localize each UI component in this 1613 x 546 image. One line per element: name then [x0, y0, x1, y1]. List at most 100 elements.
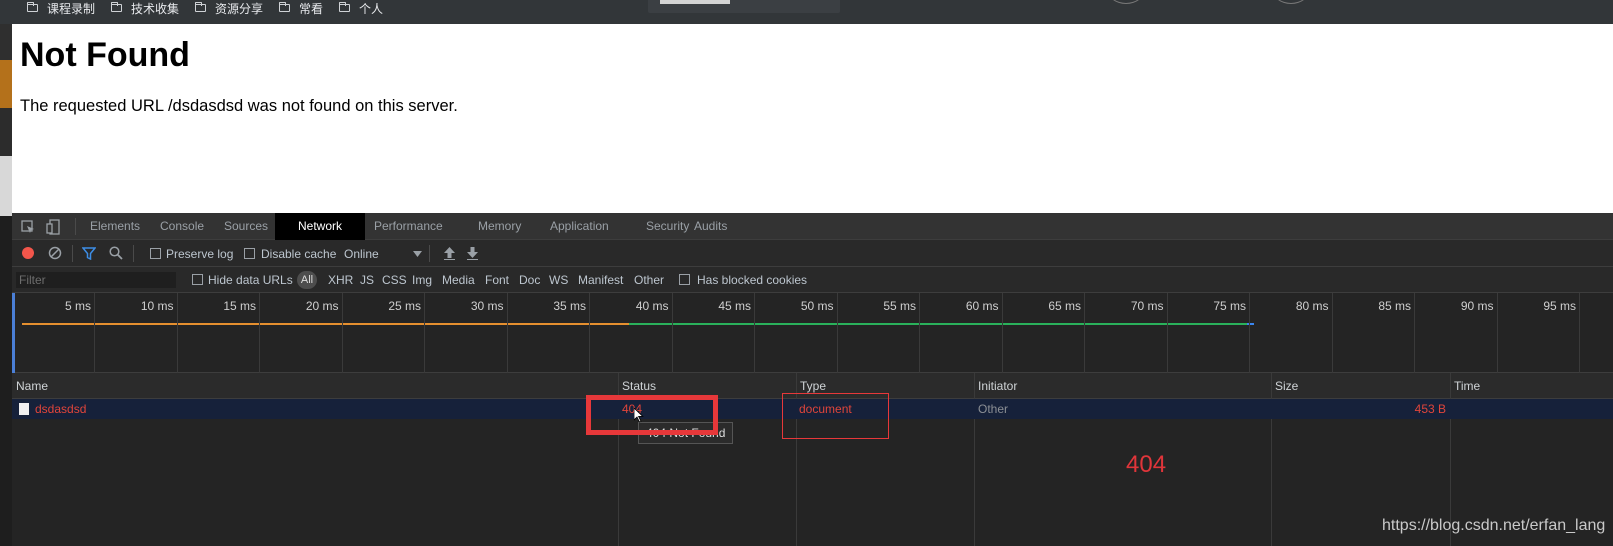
hide-data-urls-label: Hide data URLs [208, 273, 293, 287]
disable-cache-checkbox[interactable] [244, 248, 255, 259]
timeline-gridline [1414, 293, 1415, 373]
filter-icon[interactable] [82, 247, 96, 260]
devtools-panel: Elements Console Sources Network Perform… [12, 213, 1613, 546]
timeline-gridline [1579, 293, 1580, 373]
circle-icon [1107, 0, 1145, 4]
folder-icon [279, 2, 290, 12]
timeline-tick-label: 40 ms [635, 299, 669, 313]
timeline-gridline [506, 293, 508, 373]
timeline-tick-label: 65 ms [1048, 299, 1081, 313]
timeline-gridline [671, 293, 673, 373]
left-edge [0, 108, 12, 156]
timeline-tick-label: 10 ms [140, 299, 174, 313]
bookmark-frequent[interactable]: 常看 [279, 0, 323, 16]
timeline-gridline [589, 293, 590, 373]
record-icon[interactable] [21, 246, 35, 260]
column-name[interactable]: Name [12, 373, 48, 399]
timeline-gridline [919, 293, 920, 373]
bookmark-resource-share[interactable]: 资源分享 [195, 0, 263, 16]
toolbar-divider [429, 245, 430, 262]
filter-input[interactable]: Filter [16, 272, 176, 288]
timeline-tick-label: 60 ms [965, 299, 999, 313]
inspect-element-icon[interactable] [21, 220, 35, 234]
filter-css[interactable]: CSS [382, 272, 407, 288]
filter-ws[interactable]: WS [549, 272, 568, 288]
network-toolbar: Preserve log Disable cache Online [12, 240, 1613, 267]
filter-other[interactable]: Other [634, 272, 664, 288]
column-size[interactable]: Size [1271, 373, 1298, 399]
bookmark-personal[interactable]: 个人 [339, 0, 383, 16]
filter-js[interactable]: JS [360, 272, 374, 288]
import-har-icon[interactable] [444, 247, 455, 260]
filter-all-button[interactable]: All [297, 271, 317, 289]
network-overview-timeline[interactable]: 5 ms 10 ms 15 ms 20 ms 25 ms 30 ms 35 ms 40 ms 4… [12, 293, 1613, 373]
timeline-tick-label: 30 ms [470, 299, 504, 313]
search-icon[interactable] [109, 246, 123, 260]
left-edge-accent [0, 60, 12, 108]
annotation-status-box [586, 395, 718, 435]
tab-console[interactable]: Console [148, 213, 216, 240]
disable-cache-label: Disable cache [261, 247, 337, 261]
request-name[interactable]: dsdasdsd [35, 399, 86, 419]
timeline-tick-label: 85 ms [1378, 299, 1411, 313]
timeline-tick-label: 80 ms [1295, 299, 1329, 313]
device-toolbar-icon[interactable] [46, 219, 60, 235]
filter-xhr[interactable]: XHR [328, 272, 353, 288]
timeline-download-bar [629, 323, 1247, 325]
timeline-tick-label: 90 ms [1460, 299, 1494, 313]
filter-font[interactable]: Font [485, 272, 509, 288]
preserve-log-label: Preserve log [166, 247, 234, 261]
tab-elements[interactable]: Elements [78, 213, 152, 240]
throttling-select[interactable]: Online [344, 247, 379, 261]
timeline-tick-label: 55 ms [883, 299, 916, 313]
column-initiator[interactable]: Initiator [974, 373, 1017, 399]
bookmark-course-recording[interactable]: 课程录制 [27, 0, 95, 16]
tab-sources[interactable]: Sources [212, 213, 280, 240]
hide-data-urls-checkbox[interactable] [192, 274, 203, 285]
request-initiator: Other [978, 402, 1009, 416]
folder-icon [339, 2, 350, 12]
timeline-gridline [341, 293, 343, 373]
timeline-tick-label: 75 ms [1213, 299, 1246, 313]
timeline-gridline [1249, 293, 1250, 373]
timeline-gridline [1166, 293, 1168, 373]
timeline-tick-label: 50 ms [800, 299, 834, 313]
has-blocked-cookies-checkbox[interactable] [679, 274, 690, 285]
bookmark-label: 常看 [299, 1, 324, 16]
filter-doc[interactable]: Doc [519, 272, 540, 288]
bookmark-tech-collection[interactable]: 技术收集 [111, 0, 179, 16]
timeline-gridline [176, 293, 178, 373]
devtools-tab-bar: Elements Console Sources Network Perform… [12, 213, 1613, 240]
tab-performance[interactable]: Performance [362, 213, 455, 240]
left-edge [0, 24, 12, 60]
filter-manifest[interactable]: Manifest [578, 272, 623, 288]
timeline-tick-label: 95 ms [1543, 299, 1576, 313]
annotation-404: 404 [1126, 451, 1167, 478]
timeline-gridline [94, 293, 95, 373]
timeline-tick-label: 15 ms [223, 299, 256, 313]
clear-icon[interactable] [48, 246, 62, 260]
network-filter-bar: Filter Hide data URLs All XHR JS CSS Img… [12, 267, 1613, 293]
page-viewport: Not Found The requested URL /dsdasdsd wa… [12, 24, 1613, 213]
export-har-icon[interactable] [467, 247, 478, 260]
tab-network[interactable]: Network [275, 213, 365, 240]
timeline-tick-label: 20 ms [305, 299, 339, 313]
timeline-selection-handle[interactable] [12, 293, 15, 373]
circle-icon [1272, 0, 1310, 4]
preserve-log-checkbox[interactable] [150, 248, 161, 259]
tab-audits[interactable]: Audits [682, 213, 739, 240]
filter-media[interactable]: Media [442, 272, 475, 288]
left-edge [0, 156, 12, 216]
timeline-gridline [836, 293, 838, 373]
tab-application[interactable]: Application [538, 213, 621, 240]
toolbar-divider [72, 245, 73, 262]
timeline-gridline [1331, 293, 1333, 373]
filter-img[interactable]: Img [412, 272, 432, 288]
tab-memory[interactable]: Memory [466, 213, 533, 240]
timeline-tick-label: 35 ms [553, 299, 586, 313]
folder-icon [111, 2, 122, 12]
column-time[interactable]: Time [1450, 373, 1480, 399]
timeline-tick-label: 70 ms [1130, 299, 1164, 313]
page-message: The requested URL /dsdasdsd was not foun… [20, 97, 458, 115]
timeline-gridline [259, 293, 260, 373]
